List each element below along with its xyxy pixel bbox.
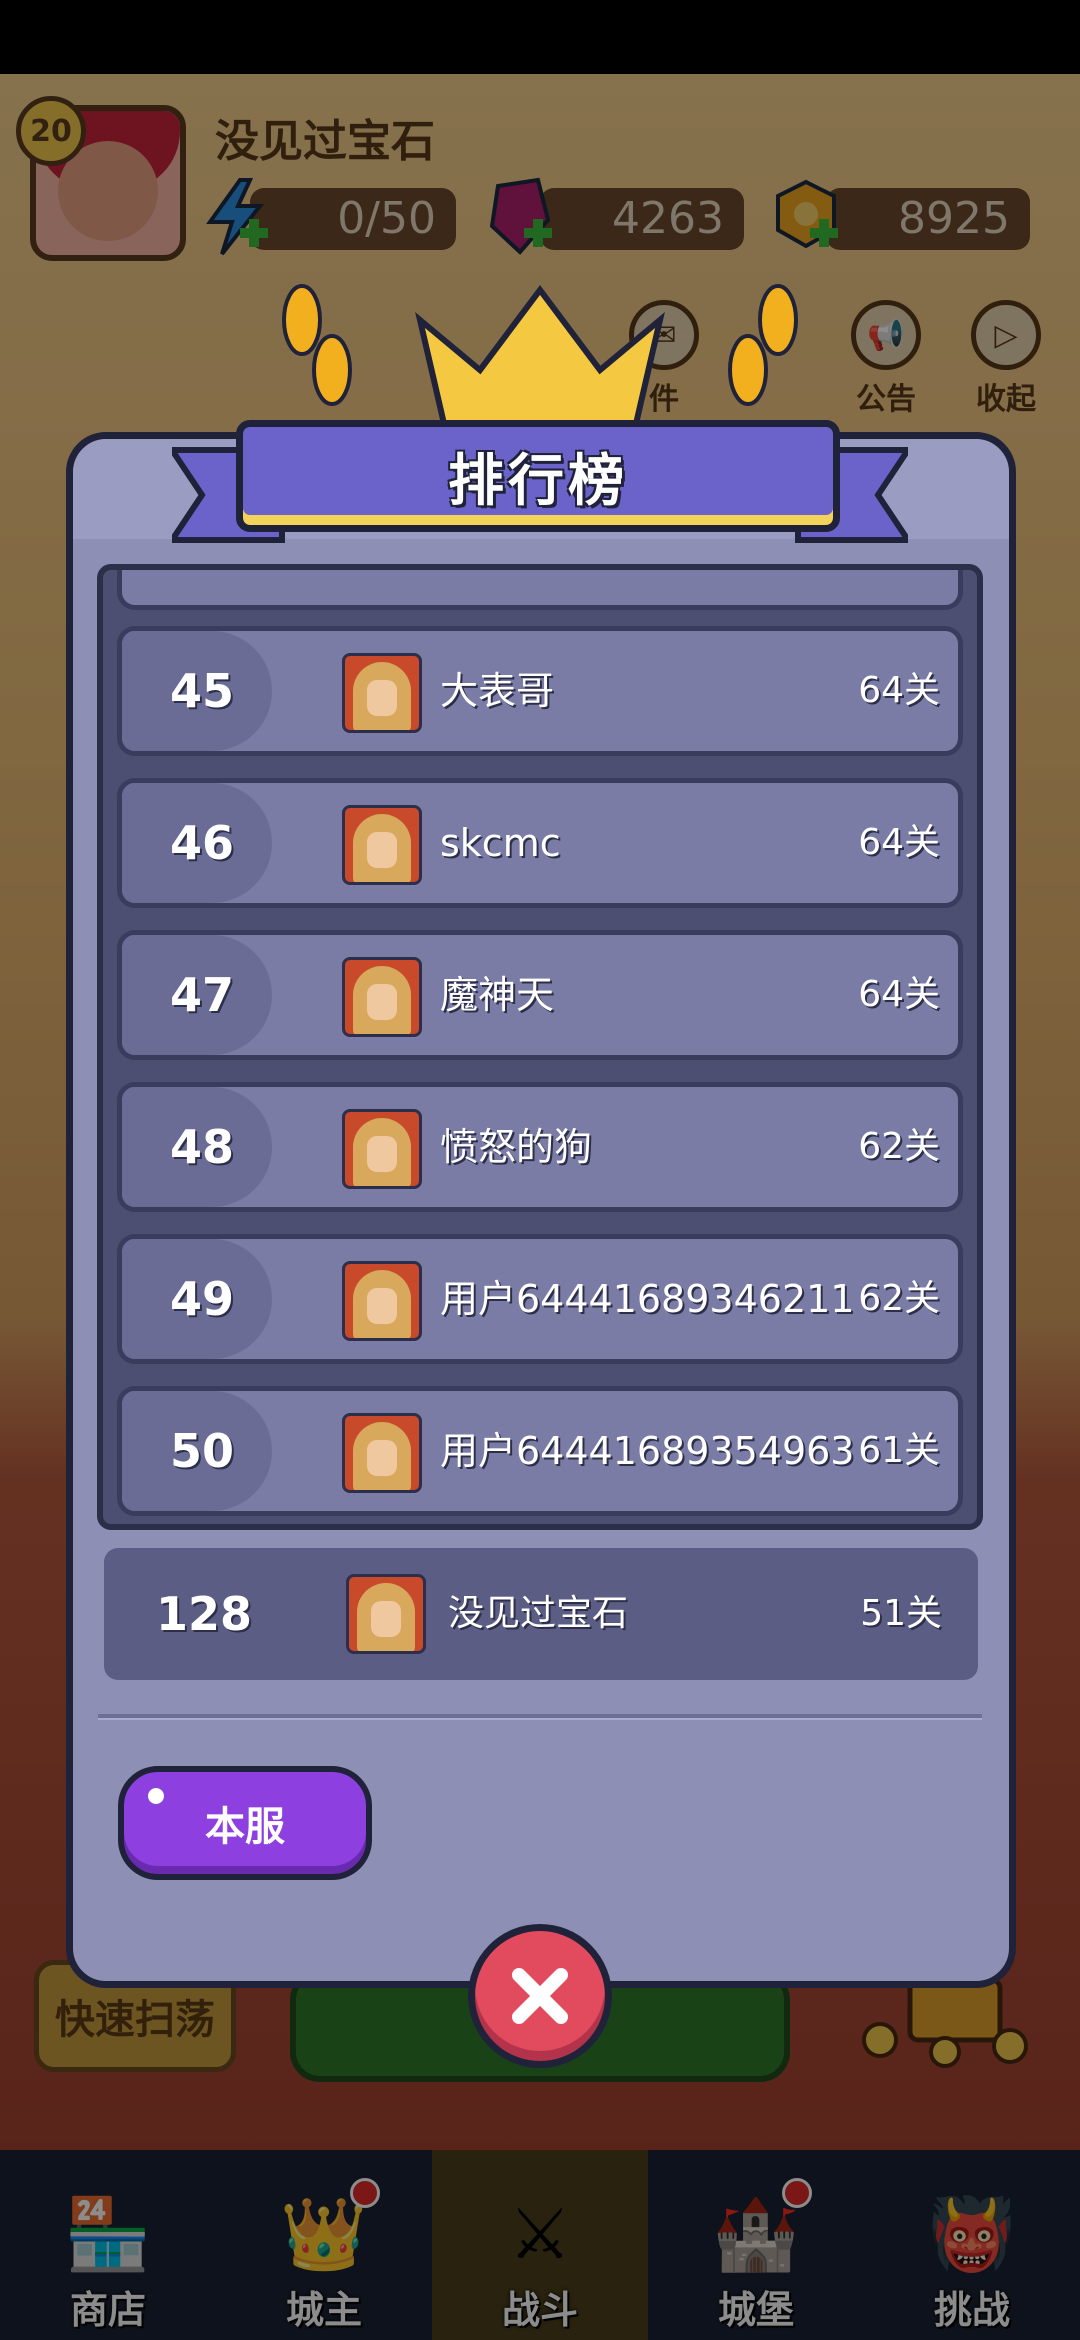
leaderboard-row[interactable]: 45 大表哥 64关: [117, 626, 963, 756]
player-name: 用户64441689354963: [440, 1429, 855, 1473]
player-avatar-icon: [342, 805, 422, 885]
my-rank-number: 128: [155, 1587, 253, 1641]
rank-number: 49: [169, 1272, 234, 1326]
stage-count: 64关: [858, 974, 940, 1015]
list-item: [117, 570, 963, 610]
player-avatar-icon: [342, 1261, 422, 1341]
leaderboard-row[interactable]: 47 魔神天 64关: [117, 930, 963, 1060]
stage-count: 62关: [858, 1126, 940, 1167]
rank-number: 50: [169, 1424, 234, 1478]
my-player-name: 没见过宝石: [448, 1593, 629, 1634]
player-name: 用户64441689346211: [440, 1277, 855, 1321]
rank-number: 45: [169, 664, 234, 718]
rank-number: 48: [169, 1120, 234, 1174]
leaderboard-row[interactable]: 50 用户64441689354963 61关: [117, 1386, 963, 1516]
leaderboard-row[interactable]: 48 愤怒的狗 62关: [117, 1082, 963, 1212]
my-stage-count: 51关: [860, 1593, 942, 1634]
leaderboard-list[interactable]: 45 大表哥 64关 46 skcmc 64关 47 魔神天 64关 48 愤怒…: [97, 564, 983, 1530]
player-avatar-icon: [342, 957, 422, 1037]
leaderboard-row[interactable]: 49 用户64441689346211 62关: [117, 1234, 963, 1364]
player-avatar-icon: [342, 1109, 422, 1189]
status-bar: [0, 0, 1080, 74]
server-tab-button[interactable]: 本服: [118, 1766, 372, 1880]
leaderboard-row[interactable]: 46 skcmc 64关: [117, 778, 963, 908]
player-name: 大表哥: [440, 669, 555, 713]
server-tab-label: 本服: [205, 1804, 285, 1850]
stage-count: 62关: [858, 1278, 940, 1319]
my-rank-row: 128 没见过宝石 51关: [104, 1548, 978, 1680]
close-icon: [512, 1968, 568, 2024]
stage-count: 61关: [858, 1430, 940, 1471]
laurel-right-icon: [728, 284, 798, 406]
laurel-left-icon: [282, 284, 352, 406]
crown-icon: [415, 285, 665, 430]
player-name: 魔神天: [440, 973, 555, 1017]
player-name: 愤怒的狗: [440, 1125, 593, 1169]
my-avatar-icon: [346, 1574, 426, 1654]
player-name: skcmc: [440, 821, 561, 865]
title-banner: 排行榜: [236, 420, 840, 532]
button-shine: [148, 1788, 164, 1804]
player-avatar-icon: [342, 1413, 422, 1493]
stage-count: 64关: [858, 822, 940, 863]
divider: [98, 1714, 982, 1720]
player-avatar-icon: [342, 653, 422, 733]
stage-count: 64关: [858, 670, 940, 711]
rank-number: 46: [169, 816, 234, 870]
modal-title: 排行榜: [448, 448, 628, 514]
rank-number: 47: [169, 968, 234, 1022]
close-button[interactable]: [468, 1924, 612, 2068]
